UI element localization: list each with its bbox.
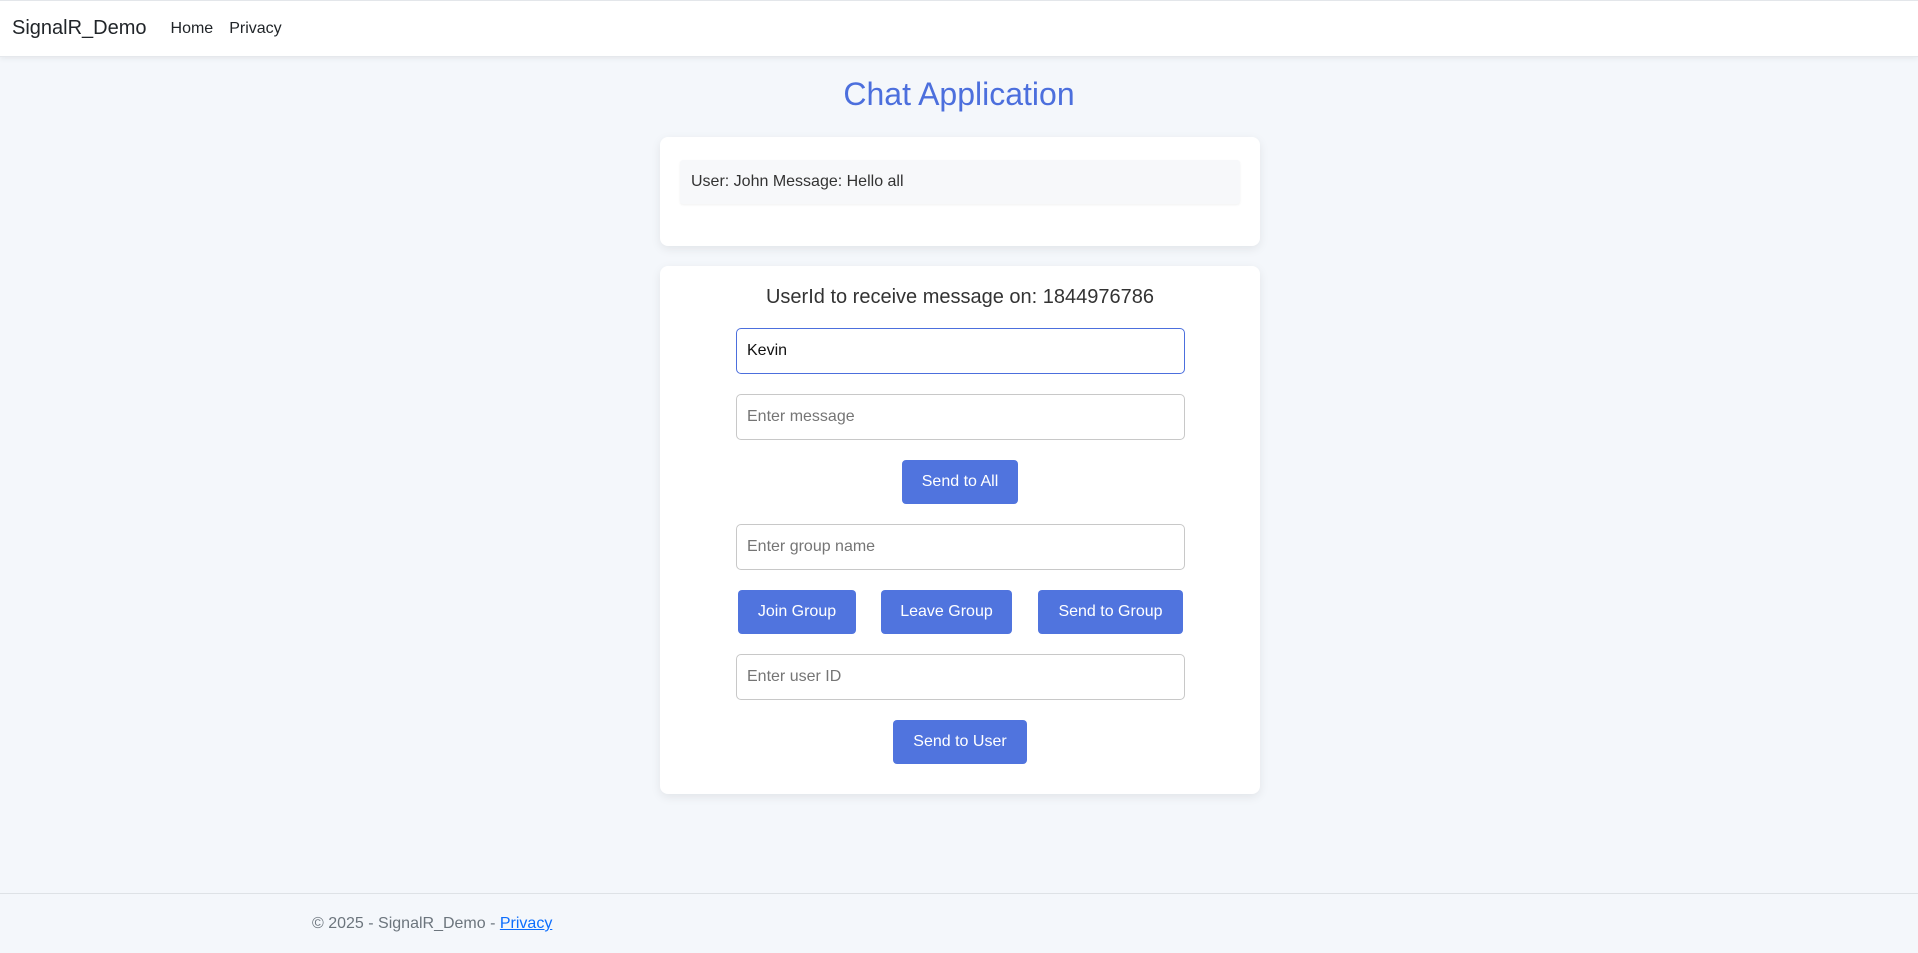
send-to-all-button[interactable]: Send to All — [902, 460, 1018, 504]
user-id-input[interactable] — [736, 654, 1185, 700]
messages-card: User: John Message: Hello all — [660, 137, 1260, 246]
group-name-input[interactable] — [736, 524, 1185, 570]
leave-group-button[interactable]: Leave Group — [881, 590, 1012, 634]
send-to-group-button[interactable]: Send to Group — [1038, 590, 1183, 634]
footer: © 2025 - SignalR_Demo - Privacy — [0, 893, 1918, 953]
user-name-input[interactable] — [736, 328, 1185, 374]
message-item: User: John Message: Hello all — [680, 160, 1240, 204]
brand-link[interactable]: SignalR_Demo — [12, 17, 147, 40]
page-title: Chat Application — [843, 76, 1075, 112]
userid-label: UserId to receive message on: 1844976786 — [765, 286, 1155, 308]
copyright-text: © 2025 - SignalR_Demo - — [312, 915, 500, 932]
message-input[interactable] — [736, 394, 1185, 440]
join-group-button[interactable]: Join Group — [738, 590, 856, 634]
nav-privacy-link[interactable]: Privacy — [229, 20, 281, 38]
controls-card: UserId to receive message on: 1844976786… — [660, 266, 1260, 794]
send-to-user-button[interactable]: Send to User — [893, 720, 1027, 764]
footer-privacy-link[interactable]: Privacy — [500, 915, 552, 932]
footer-text: © 2025 - SignalR_Demo - Privacy — [312, 915, 552, 933]
navbar: SignalR_Demo Home Privacy — [0, 0, 1918, 57]
nav-home-link[interactable]: Home — [171, 20, 214, 38]
